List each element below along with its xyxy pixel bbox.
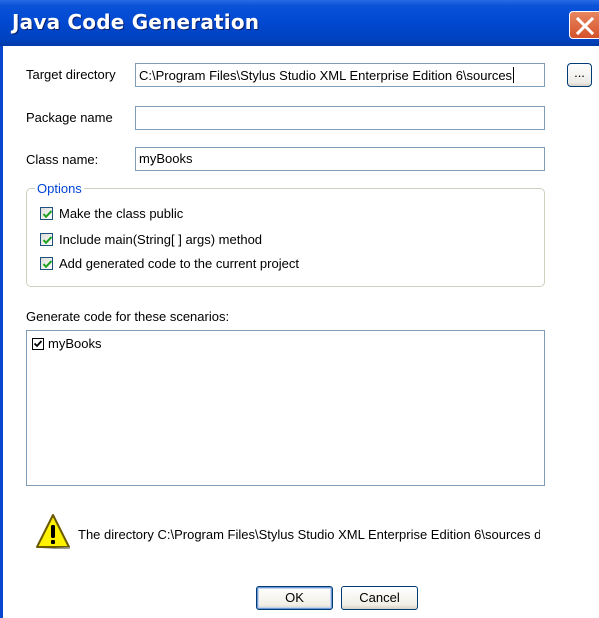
window-border: [0, 46, 3, 618]
java-code-generation-dialog: Java Code Generation Target directory C:…: [0, 0, 599, 618]
include-main-label: Include main(String[ ] args) method: [59, 232, 263, 247]
package-name-input[interactable]: [135, 106, 545, 130]
scenarios-label: Generate code for these scenarios:: [26, 309, 230, 324]
package-name-label: Package name: [26, 110, 113, 125]
checkmark-icon: [42, 210, 53, 219]
checkmark-icon: [42, 236, 53, 245]
browse-button[interactable]: ...: [567, 63, 592, 87]
scenario-checkbox[interactable]: [32, 338, 44, 350]
checkmark-icon: [33, 340, 43, 348]
checkmark-icon: [42, 260, 53, 269]
add-to-project-label: Add generated code to the current projec…: [59, 256, 299, 271]
class-name-input[interactable]: myBooks: [135, 147, 545, 171]
warning-message: The directory C:\Program Files\Stylus St…: [78, 527, 540, 542]
close-icon: [575, 16, 595, 36]
options-title: Options: [35, 181, 84, 196]
target-directory-input[interactable]: C:\Program Files\Stylus Studio XML Enter…: [135, 63, 545, 87]
text-caret: [513, 67, 515, 83]
close-button[interactable]: [569, 11, 599, 39]
target-directory-label: Target directory: [26, 67, 116, 82]
checkbox-box[interactable]: [40, 207, 53, 220]
dialog-title: Java Code Generation: [12, 10, 260, 34]
checkbox-box[interactable]: [40, 233, 53, 246]
target-directory-value: C:\Program Files\Stylus Studio XML Enter…: [139, 68, 513, 83]
scenarios-list[interactable]: myBooks: [26, 330, 545, 486]
checkbox-box[interactable]: [40, 257, 53, 270]
cancel-button[interactable]: Cancel: [341, 586, 418, 610]
make-class-public-label: Make the class public: [59, 206, 184, 221]
title-bar[interactable]: Java Code Generation: [0, 0, 599, 46]
ok-button[interactable]: OK: [256, 586, 333, 610]
scenario-label: myBooks: [48, 336, 102, 351]
warning-icon: [36, 514, 70, 549]
class-name-label: Class name:: [26, 152, 99, 167]
